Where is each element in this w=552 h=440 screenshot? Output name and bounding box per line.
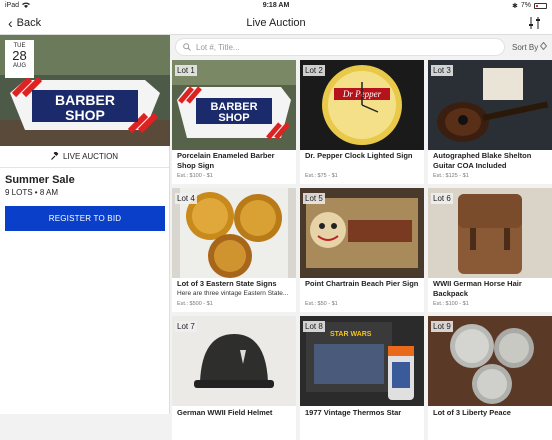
lot-estimate: Est.: $50 - $1 bbox=[305, 301, 338, 307]
search-placeholder: Lot #, Title... bbox=[196, 42, 240, 52]
lot-card[interactable]: Lot 5 Point Chartrain Beach Pier Sign Es… bbox=[300, 188, 424, 312]
lot-title: Porcelain Enameled Barber Shop Sign bbox=[177, 151, 275, 170]
status-bar: iPad 9:18 AM ✱ 7% bbox=[0, 0, 552, 11]
lot-card[interactable]: Lot 7 German WWII Field Helmet bbox=[172, 316, 296, 440]
lot-estimate: Est.: $100 - $1 bbox=[433, 301, 469, 307]
search-icon bbox=[183, 43, 191, 51]
gavel-icon bbox=[51, 150, 59, 162]
lot8-brand-text: STAR WARS bbox=[330, 331, 372, 338]
lot-card[interactable]: Dr Pepper Lot 2 Dr. Pepper Clock Lighted… bbox=[300, 60, 424, 184]
live-auction-text: LIVE AUCTION bbox=[62, 152, 119, 161]
hero-sign-text-1: BARBER bbox=[55, 92, 115, 108]
sale-month: AUG bbox=[12, 63, 26, 69]
lot-number: Lot 3 bbox=[431, 65, 453, 76]
sort-by-label: Sort By bbox=[512, 42, 539, 52]
lot-estimate: Est.: $500 - $1 bbox=[177, 301, 213, 307]
sale-date-badge: TUE 28 AUG bbox=[5, 40, 34, 78]
lot-card[interactable]: Lot 3 Autographed Blake Shelton Guitar C… bbox=[428, 60, 552, 184]
register-to-bid-button[interactable]: REGISTER TO BID bbox=[5, 206, 165, 231]
live-auction-label: LIVE AUCTION bbox=[0, 146, 169, 168]
lot-card[interactable]: Lot 6 WWII German Horse Hair Backpack Es… bbox=[428, 188, 552, 312]
battery-icon bbox=[534, 2, 547, 9]
lot-title: German WWII Field Helmet bbox=[177, 408, 273, 417]
lot-description: Here are three vintage Eastern State... bbox=[177, 290, 289, 297]
filter-sliders-icon bbox=[529, 16, 540, 29]
search-input[interactable]: Lot #, Title... bbox=[175, 38, 505, 56]
status-time: 9:18 AM bbox=[262, 2, 290, 9]
lots-panel: Lot #, Title... Sort By BARBER SHOP Lot … bbox=[171, 35, 552, 440]
lot-title: 1977 Vintage Thermos Star bbox=[305, 408, 402, 417]
lot-title: WWII German Horse Hair Backpack bbox=[433, 279, 522, 298]
lot-number: Lot 1 bbox=[175, 65, 197, 76]
lots-grid: BARBER SHOP Lot 1 Porcelain Enameled Bar… bbox=[171, 60, 552, 440]
sale-hero-image: BARBER SHOP TUE 28 AUG bbox=[0, 35, 170, 146]
back-label: Back bbox=[16, 16, 42, 29]
search-row: Lot #, Title... Sort By bbox=[171, 35, 552, 59]
lot-card[interactable]: Lot 9 Lot of 3 Liberty Peace bbox=[428, 316, 552, 440]
lot-number: Lot 2 bbox=[303, 65, 325, 76]
lot-number: Lot 6 bbox=[431, 193, 453, 204]
lot-estimate: Est.: $100 - $1 bbox=[177, 173, 213, 179]
sale-title: Summer Sale bbox=[5, 174, 75, 186]
chevron-left-icon: ‹ bbox=[8, 14, 13, 31]
lot-card[interactable]: STAR WARS Lot 8 1977 Vintage Thermos Sta… bbox=[300, 316, 424, 440]
lot-title: Lot of 3 Liberty Peace bbox=[433, 408, 511, 417]
lot-estimate: Est.: $125 - $1 bbox=[433, 173, 469, 179]
lot-number: Lot 8 bbox=[303, 321, 325, 332]
lot-estimate: Est.: $75 - $1 bbox=[305, 173, 338, 179]
nav-bar: ‹ Back Live Auction bbox=[0, 11, 552, 35]
lot-title: Lot of 3 Eastern State Signs bbox=[177, 279, 277, 288]
back-button[interactable]: ‹ Back bbox=[0, 16, 41, 30]
lot-number: Lot 7 bbox=[175, 321, 197, 332]
sale-sidebar: BARBER SHOP TUE 28 AUG LIVE AUCTION Summ… bbox=[0, 35, 170, 414]
lot-title: Dr. Pepper Clock Lighted Sign bbox=[305, 151, 413, 160]
sale-day: 28 bbox=[12, 48, 27, 63]
lot-number: Lot 9 bbox=[431, 321, 453, 332]
hero-sign-text-2: SHOP bbox=[65, 107, 105, 123]
sort-diamond-icon bbox=[540, 41, 548, 52]
lot-number: Lot 4 bbox=[175, 193, 197, 204]
sale-meta: 9 LOTS • 8 AM bbox=[5, 188, 59, 197]
filter-button[interactable] bbox=[528, 16, 542, 30]
lot-card[interactable]: BARBER SHOP Lot 1 Porcelain Enameled Bar… bbox=[172, 60, 296, 184]
lot-title: Point Chartrain Beach Pier Sign bbox=[305, 279, 419, 288]
lot-title: Autographed Blake Shelton Guitar COA Inc… bbox=[433, 151, 532, 170]
lot1-sign-text-2: SHOP bbox=[218, 112, 249, 124]
lot-card[interactable]: Lot 4 Lot of 3 Eastern State Signs Here … bbox=[172, 188, 296, 312]
page-title: Live Auction bbox=[246, 16, 306, 29]
sort-by-button[interactable]: Sort By bbox=[512, 41, 548, 52]
lot-number: Lot 5 bbox=[303, 193, 325, 204]
